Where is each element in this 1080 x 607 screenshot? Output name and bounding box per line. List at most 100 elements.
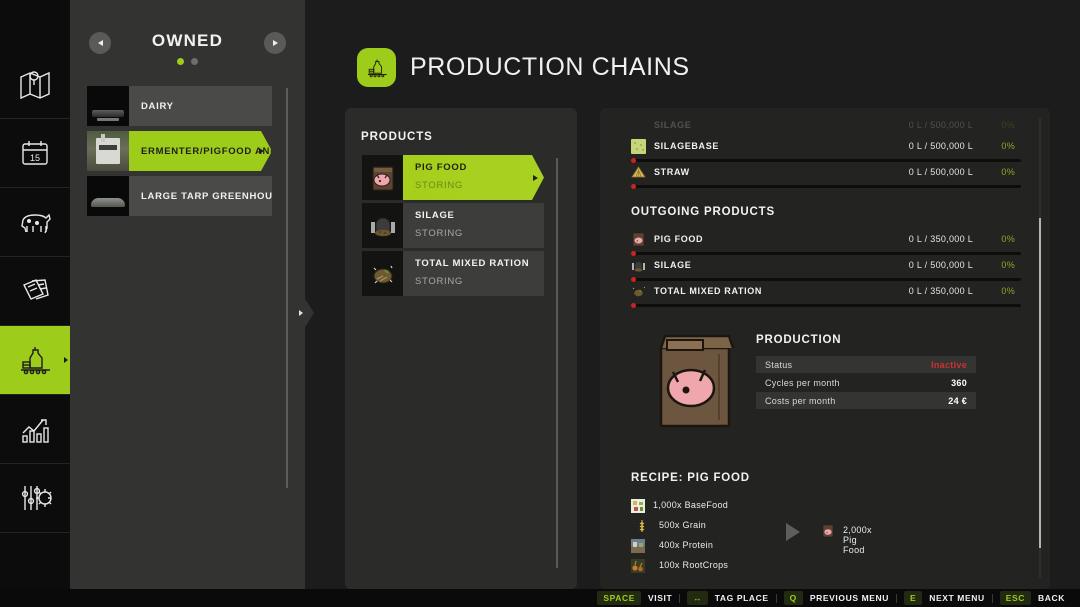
owned-panel-collapse-tab[interactable] [296,296,314,330]
recipe-input-text: 1,000x BaseFood [653,500,728,510]
owned-list: DAIRY ERMENTER/PIGFOOD AND TMR LARGE TAR… [87,86,272,221]
outgoing-fill-row-pig-food[interactable]: PIG FOOD 0 L / 350,000 L 0% [631,230,1021,256]
production-row-costs: Costs per month 24 € [756,392,976,409]
fill-row-amount: 0 L / 350,000 L [909,286,973,296]
owned-scrollbar[interactable] [286,88,288,488]
fill-row-amount: 0 L / 500,000 L [909,141,973,151]
owned-thumbnail [87,176,129,216]
sidebar-item-contracts[interactable] [0,257,70,326]
hint-tag-place[interactable]: ↔ TAG PLACE [680,591,775,605]
fill-row-percent: 0% [1001,260,1015,270]
detail-panel: SILAGE 0 L / 500,000 L 0% SILAGEBASE 0 L… [600,108,1050,589]
settings-icon [15,478,55,518]
owned-item-label: DAIRY [129,86,272,126]
fill-row-marker [631,303,636,308]
chevron-right-icon [533,175,538,181]
owned-list-item[interactable]: LARGE TARP GREENHOUSE [87,176,272,216]
product-list-item-tmr[interactable]: TOTAL MIXED RATION STORING [362,251,544,296]
hint-previous-menu[interactable]: Q PREVIOUS MENU [777,591,896,605]
outgoing-fill-row-silage[interactable]: SILAGE 0 L / 500,000 L 0% [631,256,1021,282]
bottom-key-hint-bar: SPACE VISIT ↔ TAG PLACE Q PREVIOUS MENU … [0,589,1080,607]
recipe-input-row: 500x Grain [631,517,831,537]
recipe-title: RECIPE: PIG FOOD [631,472,1021,484]
outgoing-products-list: PIG FOOD 0 L / 350,000 L 0% SILAGE 0 L /… [631,230,1021,308]
sidebar-item-production[interactable] [0,326,70,395]
rail-spacer [0,0,70,50]
incoming-fill-row-silagebase[interactable]: SILAGEBASE 0 L / 500,000 L 0% [631,137,1021,163]
fill-row-amount: 0 L / 500,000 L [909,167,973,177]
fill-row-percent: 0% [1001,167,1015,177]
production-table: PRODUCTION Status Inactive Cycles per mo… [756,356,976,410]
hint-key: ↔ [687,591,708,605]
fill-row-name: STRAW [654,167,690,177]
chevron-right-icon [259,148,264,154]
product-item-body: SILAGE STORING [403,203,544,248]
product-list-item-pig-food[interactable]: PIG FOOD STORING [362,155,544,200]
owned-panel: OWNED DAIRY ERMENTER/PIGFOOD AND TMR LAR… [70,0,305,589]
sidebar-item-calendar[interactable]: 15 [0,119,70,188]
fill-row-name: SILAGE [654,120,691,130]
recipe-input-text: 400x Protein [659,540,713,550]
production-block: PRODUCTION Status Inactive Cycles per mo… [631,328,1021,448]
fill-row-percent: 0% [1001,286,1015,296]
sidebar-item-map[interactable] [0,50,70,119]
fill-row-amount: 0 L / 500,000 L [909,260,973,270]
hint-label: PREVIOUS MENU [810,593,889,603]
sidebar-item-settings[interactable] [0,464,70,533]
production-row-value: 360 [951,378,967,388]
owned-list-item[interactable]: DAIRY [87,86,272,126]
production-row-key: Cycles per month [756,378,840,388]
detail-content: SILAGE 0 L / 500,000 L 0% SILAGEBASE 0 L… [600,108,1050,134]
fill-row-name: SILAGE [654,260,691,270]
product-item-state: STORING [415,276,544,287]
hint-label: TAG PLACE [715,593,769,603]
outgoing-fill-row-tmr[interactable]: TOTAL MIXED RATION 0 L / 350,000 L 0% [631,282,1021,308]
production-heading: PRODUCTION [756,334,841,346]
owned-header: OWNED [70,0,305,75]
detail-scroll-thumb[interactable] [1039,218,1041,548]
silage-icon [362,203,403,248]
incoming-fill-row-straw[interactable]: STRAW 0 L / 500,000 L 0% [631,163,1021,189]
hint-label: BACK [1038,593,1065,603]
outgoing-products-heading: OUTGOING PRODUCTS [631,206,1021,218]
production-row-cycles: Cycles per month 360 [756,374,976,391]
fill-row-percent: 0% [1001,234,1015,244]
products-list: PIG FOOD STORING SILAGE STORING [362,155,544,299]
recipe-inputs: 1,000x BaseFood 500x Grain [631,497,831,577]
recipe-input-text: 500x Grain [659,520,706,530]
owned-next-button[interactable] [264,32,286,54]
owned-item-label: ERMENTER/PIGFOOD AND TMR [129,131,272,171]
product-list-item-silage[interactable]: SILAGE STORING [362,203,544,248]
header-production-icon [357,48,396,87]
fill-row-percent: 0% [1001,120,1015,130]
owned-page-dots [70,58,305,65]
sidebar-item-animals[interactable] [0,188,70,257]
owned-list-item[interactable]: ERMENTER/PIGFOOD AND TMR [87,131,272,171]
pig-food-icon [821,524,835,538]
hint-label: VISIT [648,593,672,603]
left-nav-rail: 15 [0,0,70,589]
map-icon [15,64,55,104]
hint-visit[interactable]: SPACE VISIT [590,591,679,605]
status-badge: Inactive [931,360,967,370]
rootcrops-icon [631,559,645,573]
recipe-input-row: 100x RootCrops [631,557,831,577]
product-item-state: STORING [415,228,544,239]
hint-key: E [904,591,922,605]
product-item-name: SILAGE [415,210,544,221]
sidebar-item-statistics[interactable] [0,395,70,464]
page-dot-2[interactable] [191,58,198,65]
silage-icon [631,118,646,133]
recipe-block: RECIPE: PIG FOOD 1,000x BaseFood [631,472,1021,579]
hint-next-menu[interactable]: E NEXT MENU [897,591,992,605]
product-item-name: PIG FOOD [415,162,544,173]
products-scrollbar[interactable] [556,158,558,568]
hint-back[interactable]: ESC BACK [993,591,1072,605]
fill-row-bar [631,278,1021,281]
fill-row-name: PIG FOOD [654,234,703,244]
products-panel: PRODUCTS PIG FOOD STORING SILAGE STOR [345,108,577,589]
fill-row-name: SILAGEBASE [654,141,719,151]
calendar-icon: 15 [15,133,55,173]
recipe-columns: 1,000x BaseFood 500x Grain [631,497,1021,579]
page-dot-1[interactable] [177,58,184,65]
